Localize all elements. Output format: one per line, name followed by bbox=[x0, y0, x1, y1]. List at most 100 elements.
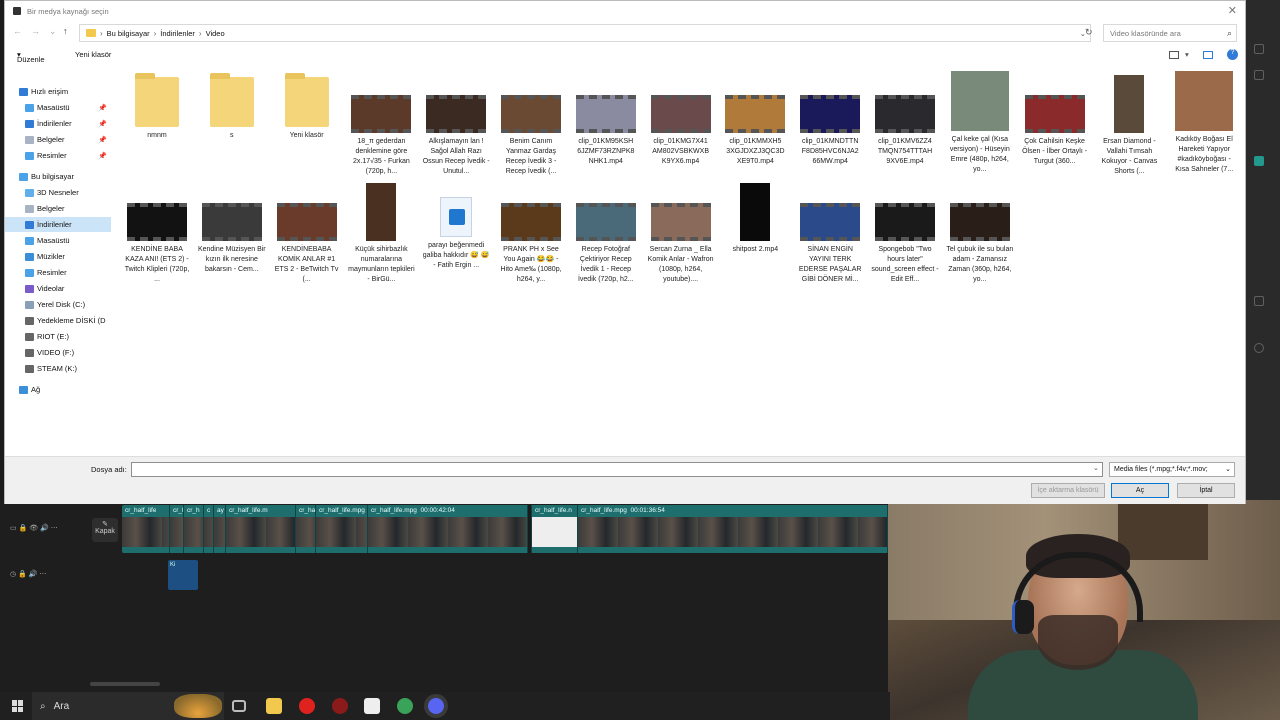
file-item[interactable]: shitpost 2.mp4 bbox=[721, 179, 789, 255]
sidebar-item[interactable]: İndirilenler bbox=[5, 217, 111, 232]
breadcrumb-video[interactable]: Video bbox=[206, 29, 225, 38]
track-controls[interactable]: ◷ 🔒 🔊 ⋯ bbox=[10, 570, 46, 578]
timeline-clip[interactable]: cr_l bbox=[170, 505, 184, 553]
sidebar-item[interactable]: Yerel Disk (C:) bbox=[5, 297, 111, 312]
sidebar-item[interactable]: Resimler 📌 bbox=[5, 148, 111, 163]
file-item[interactable]: KENDİNE BABA KAZA ANI! (ETS 2) - Twitch … bbox=[123, 179, 191, 285]
file-type-select[interactable]: Media files (*.mpg;*.f4v;*.mov; ⌄ bbox=[1109, 462, 1235, 477]
sidebar-item[interactable]: Yedekleme DİSKİ (D bbox=[5, 313, 111, 328]
file-explorer-icon[interactable] bbox=[266, 698, 282, 714]
editor-panel-icon[interactable] bbox=[1254, 70, 1264, 80]
audio-clip[interactable]: Ki bbox=[168, 560, 198, 590]
timeline-clip[interactable]: cr_half_life.m bbox=[226, 505, 296, 553]
open-button[interactable]: Aç bbox=[1111, 483, 1169, 498]
file-item[interactable]: Kendine Müzisyen Bir kızın ilk neresine … bbox=[198, 179, 266, 275]
refresh-icon[interactable]: ↻ bbox=[1085, 27, 1093, 38]
view-options-icon[interactable] bbox=[1169, 51, 1179, 59]
timeline-scrollbar[interactable] bbox=[90, 682, 160, 686]
capcut-icon[interactable] bbox=[364, 698, 380, 714]
file-item[interactable]: Ersan Diamond - Vallahi Tımsah Kokuyor -… bbox=[1095, 71, 1163, 177]
breadcrumb-this-pc[interactable]: Bu bilgisayar bbox=[107, 29, 150, 38]
timeline-clip[interactable]: cr_half_life.n bbox=[532, 505, 578, 553]
new-folder-button[interactable]: Yeni klasör bbox=[75, 50, 111, 59]
discord-icon[interactable] bbox=[428, 698, 444, 714]
file-item[interactable]: clip_01KMNDTTN F8D85HVC6NJA2 66MW.mp4 bbox=[796, 71, 864, 167]
file-item[interactable]: Alkışlamayın lan ! Sağol Allah Razı Ossu… bbox=[422, 71, 490, 177]
file-item[interactable]: clip_01KMG7X41 AM802VSBKWXB K9YX6.mp4 bbox=[647, 71, 715, 167]
file-item[interactable]: Çok Cahilsin Keşke Ölsen - İlber Ortaylı… bbox=[1021, 71, 1089, 167]
file-item[interactable]: clip_01KM95KSH 6JZMF73RZNPK8 NHK1.mp4 bbox=[572, 71, 640, 167]
breadcrumb-downloads[interactable]: İndirilenler bbox=[160, 29, 195, 38]
sidebar-item[interactable]: Bu bilgisayar bbox=[5, 169, 111, 184]
sidebar-item[interactable]: Videolar bbox=[5, 281, 111, 296]
timeline-clip[interactable]: cr_half_life.mpg 00:01:36:54 bbox=[578, 505, 888, 553]
timeline-clip[interactable]: cr_half_life.mpg 00:00:42:04 bbox=[368, 505, 528, 553]
timeline-clip[interactable]: ay bbox=[214, 505, 226, 553]
up-icon[interactable]: ↑ bbox=[63, 26, 68, 36]
timeline-clip[interactable]: cr_ha bbox=[296, 505, 316, 553]
file-item[interactable]: parayı beğenmedi galiba hakkıdır 😅 😅 - F… bbox=[422, 179, 490, 271]
start-button[interactable] bbox=[12, 700, 24, 712]
sidebar-item[interactable]: VIDEO (F:) bbox=[5, 345, 111, 360]
preview-pane-icon[interactable] bbox=[1203, 51, 1213, 59]
chevron-down-icon[interactable]: ▾ bbox=[1185, 50, 1189, 59]
address-bar[interactable]: › Bu bilgisayar › İndirilenler › Video ⌄ bbox=[79, 24, 1091, 42]
file-item[interactable]: 18_π gederdan denklemine göre 2x.17√35 -… bbox=[347, 71, 415, 177]
sidebar-item[interactable]: İndirilenler 📌 bbox=[5, 116, 111, 131]
file-item[interactable]: clip_01KMMXH5 3XGJDXZJ3QC3D XE9T0.mp4 bbox=[721, 71, 789, 167]
sidebar-item[interactable]: Belgeler bbox=[5, 201, 111, 216]
app-icon[interactable] bbox=[397, 698, 413, 714]
file-item[interactable]: Küçük sihirbazlık numaralarına maymunlar… bbox=[347, 179, 415, 285]
close-icon[interactable]: ✕ bbox=[1228, 4, 1237, 17]
file-item[interactable]: s bbox=[198, 71, 266, 141]
file-item[interactable]: Yeni klasör bbox=[273, 71, 341, 141]
file-item[interactable]: Spongebob "Two hours later" sound_screen… bbox=[871, 179, 939, 285]
timeline-clip[interactable]: cr_half_life bbox=[122, 505, 170, 553]
editor-panel-icon[interactable] bbox=[1254, 296, 1264, 306]
editor-toggle-icon[interactable] bbox=[1254, 156, 1264, 166]
file-item[interactable]: Sercan Zurna _ Ella Komik Anlar - Wafron… bbox=[647, 179, 715, 285]
help-icon[interactable]: ? bbox=[1227, 49, 1238, 60]
file-item[interactable]: SİNAN ENGİN YAYINI TERK EDERSE PAŞALAR G… bbox=[796, 179, 864, 285]
opera-icon[interactable] bbox=[299, 698, 315, 714]
file-item[interactable]: clip_01KMV6ZZ4 TMQN754TTTAH 9XV6E.mp4 bbox=[871, 71, 939, 167]
recent-dropdown-icon[interactable]: ⌄ bbox=[49, 26, 57, 37]
sidebar-item[interactable]: Müzikler bbox=[5, 249, 111, 264]
filename-input[interactable] bbox=[131, 462, 1103, 477]
file-item[interactable]: PRANK PH x See You Again 😂😂 - Hito Ame‰ … bbox=[497, 179, 565, 285]
cancel-button[interactable]: İptal bbox=[1177, 483, 1235, 498]
import-folder-button[interactable]: İçe aktarma klasörü bbox=[1031, 483, 1105, 498]
timeline-clip[interactable]: cr_h bbox=[184, 505, 204, 553]
sidebar-item[interactable]: Ağ bbox=[5, 382, 111, 397]
timeline-clip[interactable]: c bbox=[204, 505, 214, 553]
sidebar-item[interactable]: Hızlı erişim bbox=[5, 84, 111, 99]
forward-icon[interactable]: → bbox=[31, 26, 40, 36]
file-item[interactable]: Tel çubuk ile su bulan adam - Zamansız Z… bbox=[946, 179, 1014, 285]
file-item[interactable]: KENDİNEBABA KOMİK ANLAR #1 ETS 2 - BeTwi… bbox=[273, 179, 341, 285]
zoom-in-icon[interactable] bbox=[1254, 343, 1264, 353]
sidebar-item[interactable]: Masaüstü 📌 bbox=[5, 100, 111, 115]
file-item[interactable]: Benim Canım Yanmaz Gardaş Recep İvedik 3… bbox=[497, 71, 565, 177]
app-icon[interactable] bbox=[332, 698, 348, 714]
filename-dropdown-icon[interactable]: ⌄ bbox=[1093, 464, 1099, 472]
file-item[interactable]: Çal keke çal (Kısa versiyon) - Hüseyin E… bbox=[946, 71, 1014, 175]
sidebar-item[interactable]: Belgeler 📌 bbox=[5, 132, 111, 147]
search-input[interactable]: Video klasöründe ara ⌕ bbox=[1103, 24, 1237, 42]
cover-button[interactable]: ✎ Kapak bbox=[92, 518, 118, 542]
track-controls[interactable]: ▭ 🔒 👁 🔊 ⋯ bbox=[10, 524, 58, 532]
file-item[interactable]: nmnm bbox=[123, 71, 191, 141]
file-item[interactable]: Recep Fotoğraf Çektiriyor Recep İvedik 1… bbox=[572, 179, 640, 285]
file-item[interactable]: Kadıköy Boğası El Hareketi Yapıyor #kadı… bbox=[1170, 71, 1238, 175]
timeline-clip[interactable]: cr_half_life.mpg bbox=[316, 505, 368, 553]
taskbar-search[interactable]: ⌕ Ara bbox=[32, 692, 224, 720]
editor-panel-icon[interactable] bbox=[1254, 44, 1264, 54]
sidebar-item[interactable]: RIOT (E:) bbox=[5, 329, 111, 344]
sidebar-item[interactable]: Masaüstü bbox=[5, 233, 111, 248]
sidebar-item[interactable]: STEAM (K:) bbox=[5, 361, 111, 376]
organize-button[interactable]: Düzenle ▾ bbox=[17, 50, 45, 64]
sidebar-item[interactable]: Resimler bbox=[5, 265, 111, 280]
sidebar-item[interactable]: 3D Nesneler bbox=[5, 185, 111, 200]
video-track[interactable]: cr_half_life cr_l cr_h c ay cr_half_life… bbox=[122, 505, 888, 553]
back-icon[interactable]: ← bbox=[13, 26, 22, 36]
task-view-icon[interactable] bbox=[232, 700, 246, 712]
